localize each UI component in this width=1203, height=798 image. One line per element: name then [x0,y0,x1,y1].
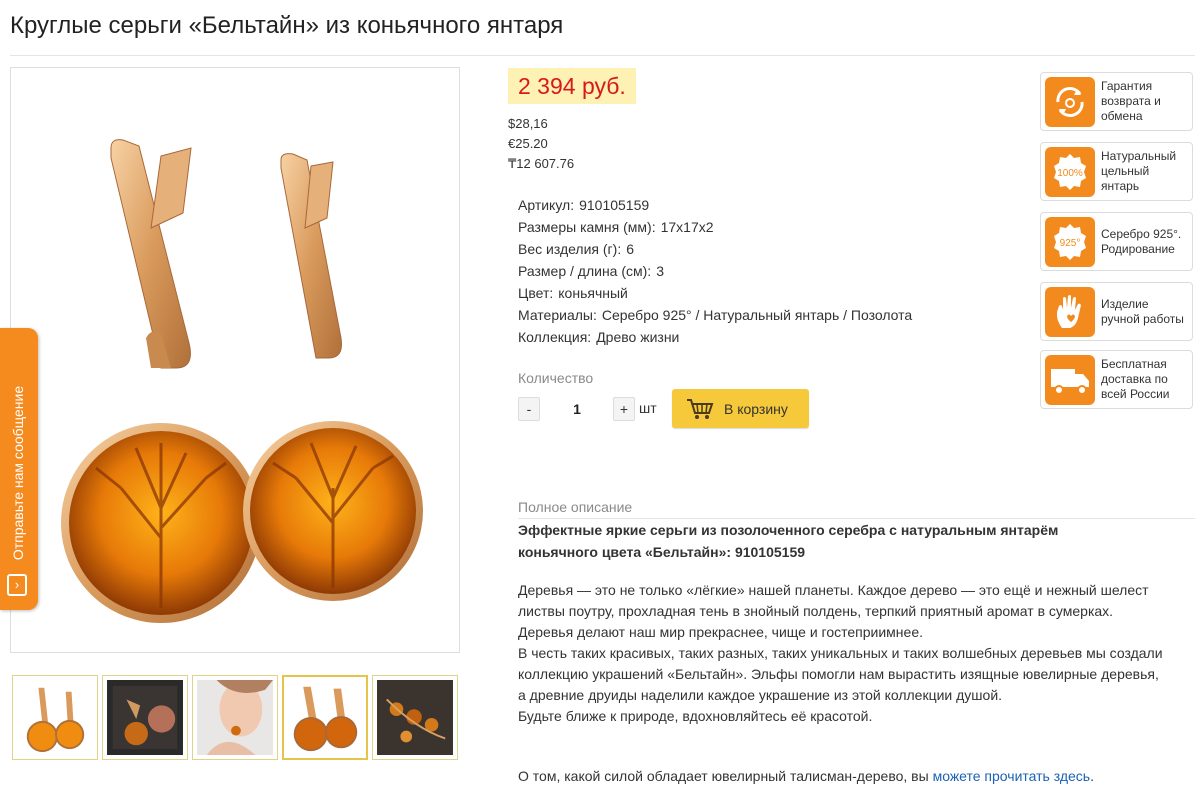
spec-value: Древо жизни [596,329,680,345]
quantity-input[interactable] [548,399,606,419]
feedback-tab-label: Отправьте нам сообщение [10,385,26,561]
description-footer-end: . [1090,768,1094,784]
earrings-illustration [61,139,423,623]
thumbnail-model-image [197,680,273,755]
quantity-increase-button[interactable]: + [613,397,635,421]
read-more-link[interactable]: можете прочитать здесь [933,768,1091,784]
handmade-hand-icon [1045,286,1095,337]
price-main: 2 394 руб. [518,73,626,99]
description-footer: О том, какой силой обладает ювелирный та… [518,768,1094,784]
thumbnail-earrings-closeup-image [288,681,362,754]
badge-icon-text: 925° [1060,238,1081,249]
badge-icon-text: 100% [1057,168,1083,179]
spec-value: 910105159 [579,197,650,213]
description-footer-text: О том, какой силой обладает ювелирный та… [518,768,933,784]
spec-row-materials: Материалы: Серебро 925° / Натуральный янт… [518,304,912,326]
message-icon: › [7,574,27,596]
natural-100-icon: 100% [1045,146,1095,197]
alt-prices: $28,16 €25.20 ₸12 607.76 [508,114,574,174]
quantity-label: Количество [518,370,594,386]
thumbnail-earrings-image [17,680,93,755]
add-to-cart-button[interactable]: В корзину [672,389,809,428]
description-paragraph: Будьте ближе к природе, вдохновляйтесь е… [518,708,873,724]
thumbnail-3[interactable] [192,675,278,760]
main-product-image[interactable] [10,67,460,653]
description-heading: Эффектные яркие серьги из позолоченного … [518,522,1059,560]
quantity-decrease-button[interactable]: - [518,397,540,421]
spec-label: Цвет: [518,285,554,301]
spec-value: 3 [656,263,664,279]
spec-row-collection: Коллекция: Древо жизни [518,326,912,348]
thumbnail-dark-jewelry-image [107,680,183,755]
spec-label: Коллекция: [518,329,592,345]
description-paragraph: В честь таких красивых, таких разных, та… [518,645,1163,703]
spec-label: Материалы: [518,307,597,323]
delivery-truck-icon [1045,354,1095,405]
feedback-tab-label-wrap: Отправьте нам сообщение [3,358,33,588]
price-eur: €25.20 [508,136,548,151]
thumbnail-strip [12,675,458,760]
description-paragraph: Деревья — это не только «лёгкие» нашей п… [518,582,1149,640]
badge-handmade[interactable]: Изделие ручной работы [1040,282,1193,341]
spec-value: 6 [626,241,635,257]
badge-label: Бесплатная доставка по всей России [1101,357,1170,401]
badge-label: Гарантия возврата и обмена [1101,79,1161,123]
spec-label: Артикул: [518,197,575,213]
spec-label: Размер / длина (см): [518,263,652,279]
badge-free-delivery[interactable]: Бесплатная доставка по всей России [1040,350,1193,409]
description-body: Деревья — это не только «лёгкие» нашей п… [518,580,1168,727]
price-box: 2 394 руб. [508,68,636,104]
title-divider [10,55,1195,56]
spec-label: Вес изделия (г): [518,241,622,257]
thumbnail-5[interactable] [372,675,458,760]
spec-row-color: Цвет: коньячный [518,282,912,304]
add-to-cart-label: В корзину [724,400,788,417]
thumbnail-2[interactable] [102,675,188,760]
price-kzt: ₸12 607.76 [508,156,575,171]
feedback-tab[interactable]: Отправьте нам сообщение › [0,328,38,610]
description-tab-label[interactable]: Полное описание [518,499,632,515]
spec-row-article: Артикул: 910105159 [518,194,912,216]
spec-row-stone-size: Размеры камня (мм): 17x17x2 [518,216,912,238]
silver-925-icon: 925° [1045,216,1095,267]
spec-row-weight: Вес изделия (г): 6 [518,238,912,260]
badge-natural-amber[interactable]: 100% Натуральный цельный янтарь [1040,142,1193,201]
badge-return-exchange[interactable]: Гарантия возврата и обмена [1040,72,1193,131]
thumbnail-4[interactable] [282,675,368,760]
thumbnail-set-image [377,680,453,755]
spec-value: Серебро 925° / Натуральный янтарь / Позо… [601,307,913,323]
badge-silver-925[interactable]: 925° Серебро 925°. Родирование [1040,212,1193,271]
cart-icon [687,398,714,419]
spec-value: 17x17x2 [660,219,714,235]
badge-label: Серебро 925°. Родирование [1101,226,1182,256]
price-usd: $28,16 [508,116,548,131]
product-specs: Артикул: 910105159 Размеры камня (мм): 17x… [518,194,912,348]
badge-label: Изделие ручной работы [1101,296,1184,326]
badge-label: Натуральный цельный янтарь [1101,149,1177,193]
thumbnail-1[interactable] [12,675,98,760]
page-title: Круглые серьги «Бельтайн» из коньячного … [10,12,564,39]
quantity-unit: шт [639,400,657,416]
spec-row-length: Размер / длина (см): 3 [518,260,912,282]
spec-value: коньячный [558,285,628,301]
spec-label: Размеры камня (мм): [518,219,656,235]
return-exchange-icon [1045,76,1095,127]
